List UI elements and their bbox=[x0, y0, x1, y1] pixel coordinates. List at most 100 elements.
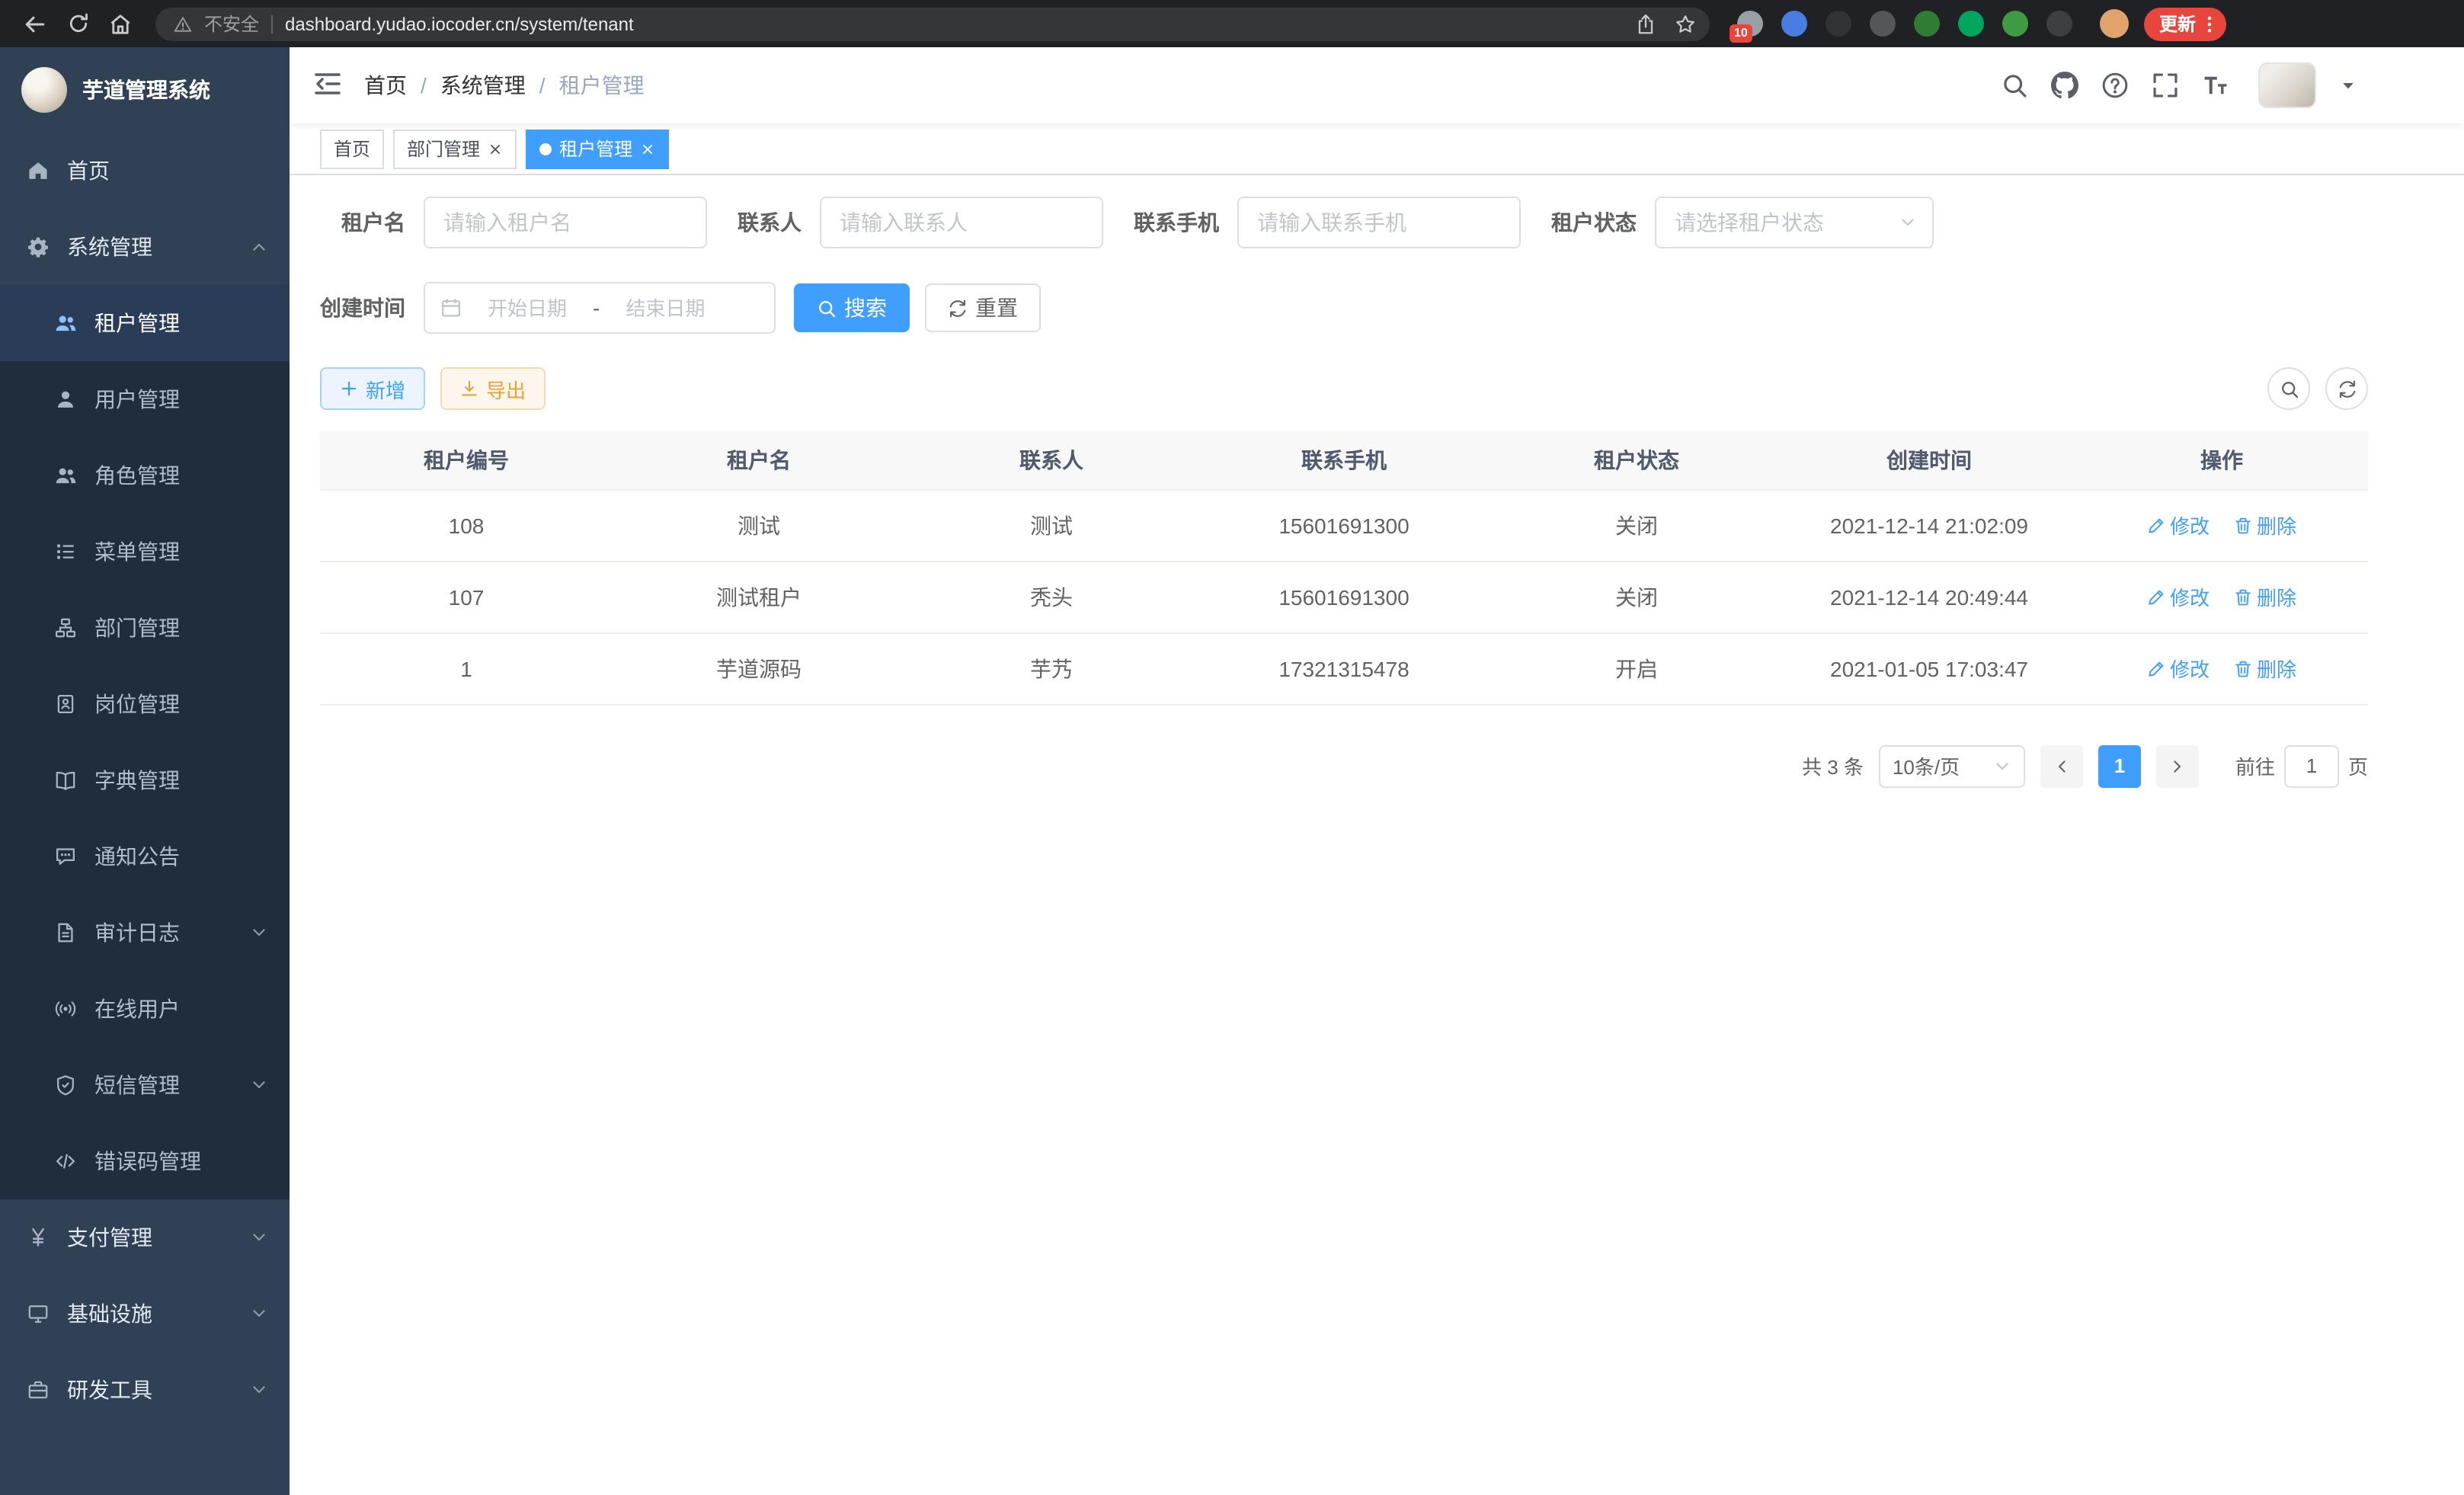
phone-input[interactable] bbox=[1237, 197, 1521, 248]
refresh-table-button[interactable] bbox=[2325, 367, 2368, 410]
sidebar-item-13[interactable]: 错误码管理 bbox=[0, 1123, 290, 1199]
sidebar-item-9[interactable]: 通知公告 bbox=[0, 818, 290, 895]
create-time-label: 创建时间 bbox=[320, 293, 405, 323]
security-label[interactable]: 不安全 bbox=[204, 11, 259, 37]
role-icon bbox=[55, 465, 76, 486]
chevron-down-icon bbox=[250, 1076, 268, 1094]
goto-page-input[interactable] bbox=[2284, 744, 2339, 787]
sidebar-item-2[interactable]: 租户管理 bbox=[0, 285, 290, 361]
tenant-name-input[interactable] bbox=[424, 197, 707, 248]
tab-label: 首页 bbox=[334, 136, 370, 162]
share-button[interactable] bbox=[1627, 5, 1664, 42]
sidebar-item-11[interactable]: 在线用户 bbox=[0, 971, 290, 1047]
sidebar-menu: 首页系统管理租户管理用户管理角色管理菜单管理部门管理岗位管理字典管理通知公告审计… bbox=[0, 133, 290, 1428]
add-button[interactable]: 新增 bbox=[320, 367, 425, 410]
page-number-button[interactable]: 1 bbox=[2098, 744, 2141, 787]
fullscreen-icon[interactable] bbox=[2152, 72, 2179, 99]
log-icon bbox=[55, 922, 76, 943]
update-button[interactable]: 更新 bbox=[2144, 7, 2226, 40]
back-icon bbox=[23, 11, 47, 36]
phone-label: 联系手机 bbox=[1134, 207, 1219, 238]
tab-1[interactable]: 部门管理 bbox=[393, 129, 517, 168]
bookmark-button[interactable] bbox=[1667, 5, 1704, 42]
end-date-input[interactable] bbox=[609, 296, 722, 319]
post-icon bbox=[55, 693, 76, 715]
plus-icon bbox=[340, 379, 358, 398]
create-time-range-picker[interactable]: - bbox=[424, 282, 776, 334]
edit-link[interactable]: 修改 bbox=[2147, 582, 2210, 611]
browser-home-button[interactable] bbox=[101, 4, 140, 43]
extension-icon[interactable] bbox=[1914, 11, 1940, 37]
font-size-icon[interactable] bbox=[2202, 72, 2229, 99]
sidebar-item-0[interactable]: 首页 bbox=[0, 133, 290, 209]
url-text[interactable]: dashboard.yudao.iocoder.cn/system/tenant bbox=[285, 13, 634, 34]
kebab-menu-icon bbox=[2199, 13, 2220, 34]
address-divider bbox=[271, 14, 273, 33]
sidebar-item-4[interactable]: 角色管理 bbox=[0, 437, 290, 514]
github-icon[interactable] bbox=[2051, 72, 2078, 99]
reset-button[interactable]: 重置 bbox=[925, 283, 1041, 332]
chevron-right-icon bbox=[2168, 757, 2187, 775]
extension-icon[interactable] bbox=[1870, 11, 1896, 37]
sidebar-item-label: 部门管理 bbox=[94, 613, 180, 643]
column-header: 操作 bbox=[2075, 431, 2368, 489]
table-row: 1芋道源码芋艿17321315478开启2021-01-05 17:03:47修… bbox=[320, 632, 2368, 704]
delete-link[interactable]: 删除 bbox=[2234, 654, 2296, 683]
extension-icon[interactable] bbox=[1958, 11, 1984, 37]
toolbar-right bbox=[2267, 367, 2368, 410]
page-size-select[interactable]: 10条/页 bbox=[1879, 744, 2025, 787]
sidebar-item-15[interactable]: 基础设施 bbox=[0, 1276, 290, 1352]
tab-0[interactable]: 首页 bbox=[320, 129, 384, 168]
reload-button[interactable] bbox=[58, 4, 98, 43]
address-bar[interactable]: 不安全 dashboard.yudao.iocoder.cn/system/te… bbox=[155, 7, 1710, 40]
extension-icon[interactable] bbox=[1781, 11, 1807, 37]
extension-icon[interactable]: 10 bbox=[1737, 11, 1763, 37]
share-icon bbox=[1635, 13, 1656, 34]
sidebar-item-1[interactable]: 系统管理 bbox=[0, 209, 290, 285]
sidebar-toggle-button[interactable] bbox=[312, 68, 343, 103]
top-navbar: 首页/系统管理/租户管理 bbox=[290, 47, 2464, 123]
start-date-input[interactable] bbox=[471, 296, 584, 319]
export-button[interactable]: 导出 bbox=[440, 367, 546, 410]
caret-down-icon[interactable] bbox=[2339, 76, 2357, 94]
tab-2[interactable]: 租户管理 bbox=[526, 129, 669, 168]
user-avatar[interactable] bbox=[2258, 62, 2316, 108]
home-icon bbox=[27, 160, 49, 181]
sidebar-item-8[interactable]: 字典管理 bbox=[0, 742, 290, 818]
sidebar-item-7[interactable]: 岗位管理 bbox=[0, 666, 290, 742]
extension-icon[interactable] bbox=[2046, 11, 2072, 37]
tenant-status-select[interactable]: 请选择租户状态 bbox=[1655, 197, 1934, 248]
back-button[interactable] bbox=[15, 4, 55, 43]
fold-icon bbox=[312, 68, 343, 98]
edit-link[interactable]: 修改 bbox=[2147, 511, 2210, 539]
table-header-row: 租户编号租户名联系人联系手机租户状态创建时间操作 bbox=[320, 431, 2368, 489]
sidebar-item-10[interactable]: 审计日志 bbox=[0, 895, 290, 971]
star-icon bbox=[1675, 13, 1696, 34]
sidebar-item-12[interactable]: 短信管理 bbox=[0, 1047, 290, 1123]
toggle-search-button[interactable] bbox=[2267, 367, 2310, 410]
contact-input[interactable] bbox=[820, 197, 1103, 248]
sidebar-item-5[interactable]: 菜单管理 bbox=[0, 514, 290, 590]
help-icon[interactable] bbox=[2101, 72, 2129, 99]
breadcrumb-item[interactable]: 系统管理 bbox=[440, 70, 526, 101]
search-button[interactable]: 搜索 bbox=[794, 283, 910, 332]
extension-icon[interactable] bbox=[2002, 11, 2028, 37]
sidebar-item-3[interactable]: 用户管理 bbox=[0, 361, 290, 437]
sidebar-logo[interactable]: 芋道管理系统 bbox=[0, 47, 290, 133]
sidebar-item-16[interactable]: 研发工具 bbox=[0, 1352, 290, 1428]
table-row: 107测试租户秃头15601691300关闭2021-12-14 20:49:4… bbox=[320, 561, 2368, 632]
extension-icon[interactable] bbox=[1826, 11, 1851, 37]
prev-page-button[interactable] bbox=[2040, 744, 2083, 787]
gear-icon bbox=[27, 236, 49, 258]
browser-profile-avatar[interactable] bbox=[2100, 9, 2129, 38]
sidebar-item-14[interactable]: 支付管理 bbox=[0, 1199, 290, 1276]
dict-icon bbox=[55, 770, 76, 791]
delete-link[interactable]: 删除 bbox=[2234, 511, 2296, 539]
breadcrumb-item[interactable]: 首页 bbox=[364, 70, 407, 101]
delete-link[interactable]: 删除 bbox=[2234, 582, 2296, 611]
edit-link[interactable]: 修改 bbox=[2147, 654, 2210, 683]
next-page-button[interactable] bbox=[2156, 744, 2199, 787]
search-icon[interactable] bbox=[2001, 72, 2028, 99]
sidebar-item-6[interactable]: 部门管理 bbox=[0, 590, 290, 666]
notice-icon bbox=[55, 846, 76, 867]
